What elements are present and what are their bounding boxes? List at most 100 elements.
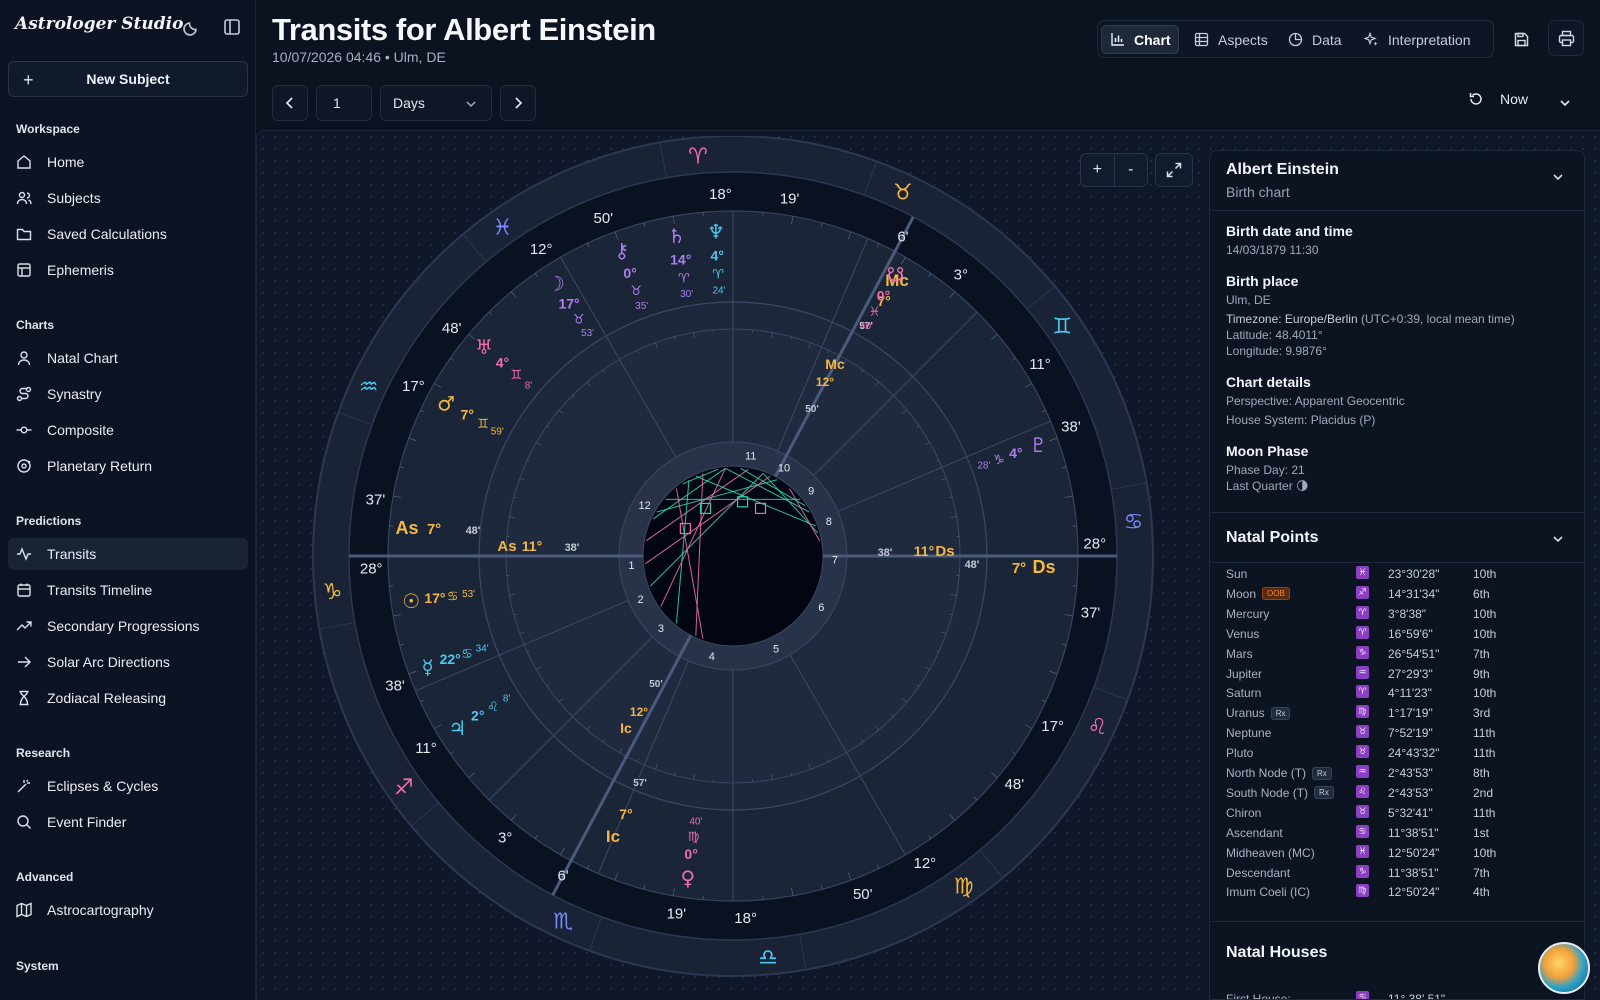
sign-badge: ♑ <box>1356 645 1369 659</box>
save-button[interactable] <box>1503 21 1539 57</box>
users-icon <box>16 190 32 206</box>
previous-button[interactable] <box>272 85 308 121</box>
sidebar-item-ephemeris[interactable]: Ephemeris <box>8 254 248 286</box>
now-dropdown-button[interactable] <box>1558 96 1572 115</box>
sidebar-item-eclipses-cycles[interactable]: Eclipses & Cycles <box>8 770 248 802</box>
transit-chart-wheel[interactable]: ♈♓♒♑♐♏♎♍♌♋♊♉18° 19'12°50'17°48'28°37'11°3… <box>280 136 1180 996</box>
point-degree: 23°30'28" <box>1388 567 1440 581</box>
sign-badge: ♈ <box>1356 685 1369 699</box>
sidebar-item-planetary-return[interactable]: Planetary Return <box>8 450 248 482</box>
transit-planet-glyph: ☿ <box>421 655 433 679</box>
sidebar-item-label: Ephemeris <box>47 262 114 278</box>
zodiac-sign-glyph: ♋ <box>1124 510 1144 535</box>
sidebar-item-label: Eclipses & Cycles <box>47 778 159 794</box>
point-name-text: Jupiter <box>1226 666 1263 681</box>
point-name-text: Mercury <box>1226 606 1270 621</box>
imum-coeli-label: Ic <box>606 827 620 846</box>
point-name: Saturn <box>1226 686 1261 700</box>
sidebar-item-transits[interactable]: Transits <box>8 538 248 570</box>
sign-badge: ♋ <box>1356 991 1369 999</box>
tab-aspects-label: Aspects <box>1218 31 1268 48</box>
natal-point-row: Imum Coeli (IC) ♍ 12°50'24" 4th <box>1226 882 1566 902</box>
sidebar-toggle-icon[interactable] <box>222 17 242 37</box>
sign-badge: ♑ <box>1356 864 1369 878</box>
point-name-text: Chiron <box>1226 805 1262 820</box>
zodiac-sign-glyph: ♒ <box>359 375 379 400</box>
sidebar-item-secondary-progressions[interactable]: Secondary Progressions <box>8 610 248 642</box>
cusp-degree-label: 11° <box>415 740 437 757</box>
chevron-down-icon[interactable] <box>1550 531 1566 547</box>
step-input[interactable]: 1 <box>316 85 372 121</box>
sidebar-item-label: Transits <box>47 546 97 562</box>
point-name: Chiron <box>1226 806 1261 820</box>
fullscreen-button[interactable] <box>1155 153 1193 187</box>
point-name-text: Pluto <box>1226 746 1254 761</box>
sidebar-item-astrocartography[interactable]: Astrocartography <box>8 894 248 926</box>
natal-point-row: Neptune ♉ 7°52'19" 11th <box>1226 723 1566 743</box>
inner-ascendant-label: As <box>497 538 516 555</box>
sidebar-item-home[interactable]: Home <box>8 146 248 178</box>
now-button[interactable]: Now <box>1468 91 1528 107</box>
sidebar-item-transits-timeline[interactable]: Transits Timeline <box>8 574 248 606</box>
sign-badge: ♍ <box>1356 884 1369 898</box>
cusp-degree-label: 18° <box>734 910 757 927</box>
retrograde-badge: Rx <box>1270 706 1291 720</box>
moon-theme-icon[interactable] <box>182 17 202 37</box>
print-button[interactable] <box>1548 20 1584 56</box>
point-degree: 2°43'53" <box>1388 785 1433 800</box>
unit-value: Days <box>393 95 425 111</box>
point-name-text: Uranus <box>1226 706 1265 721</box>
sidebar-item-subjects[interactable]: Subjects <box>8 182 248 214</box>
longitude: Longitude: 9.9876° <box>1226 344 1327 358</box>
unit-select[interactable]: Days <box>380 85 492 121</box>
sidebar-item-natal-chart[interactable]: Natal Chart <box>8 342 248 374</box>
tab-interpretation[interactable]: Interpretation <box>1356 25 1490 54</box>
search-icon <box>16 814 32 830</box>
sidebar-item-label: Secondary Progressions <box>47 618 200 634</box>
natal-point-row: Jupiter ♒ 27°29'3" 9th <box>1226 664 1566 684</box>
grid-icon <box>1194 32 1209 47</box>
point-name: Uranus Rx <box>1226 706 1291 721</box>
tab-aspects[interactable]: Aspects <box>1186 25 1276 54</box>
cusp-degree-label: 17° <box>402 378 425 395</box>
point-degree: 3°8'38" <box>1388 606 1427 621</box>
sign-badge: ♉ <box>1356 745 1369 759</box>
sidebar-item-solar-arc-directions[interactable]: Solar Arc Directions <box>8 646 248 678</box>
zodiac-sign-glyph: ♉ <box>893 181 913 206</box>
assistant-avatar[interactable] <box>1538 942 1590 994</box>
natal-point-row: Sun ♓ 23°30'28" 10th <box>1226 564 1566 584</box>
natal-point-row: North Node (T) Rx ♒ 2°43'53" 8th <box>1226 763 1566 783</box>
transit-planet-sign: ♉ <box>573 313 585 328</box>
new-subject-button[interactable]: + New Subject <box>8 61 248 97</box>
transit-planet-glyph: ♂ <box>437 391 455 415</box>
now-label: Now <box>1500 91 1529 107</box>
point-house: 2nd <box>1473 785 1494 800</box>
sign-badge: ♓ <box>1356 844 1369 858</box>
transit-planet-minute: 34' <box>476 643 489 654</box>
chevron-down-icon[interactable] <box>1550 169 1566 185</box>
next-button[interactable] <box>500 85 536 121</box>
sidebar-item-synastry[interactable]: Synastry <box>8 378 248 410</box>
divider <box>1210 562 1584 563</box>
retrograde-badge: Rx <box>1314 786 1334 800</box>
zoom-in-button[interactable]: + <box>1081 154 1115 186</box>
point-degree: 27°29'3" <box>1388 666 1433 681</box>
sidebar-item-label: Saved Calculations <box>47 226 167 242</box>
tab-chart[interactable]: Chart <box>1101 25 1179 54</box>
sidebar-item-composite[interactable]: Composite <box>8 414 248 446</box>
point-name: Mars <box>1226 647 1253 661</box>
transit-planet-minute: 53' <box>581 328 594 339</box>
ascendant-label: As <box>395 518 418 538</box>
point-house: 10th <box>1473 845 1497 860</box>
point-house: 7th <box>1473 646 1490 661</box>
sidebar-item-saved-calculations[interactable]: Saved Calculations <box>8 218 248 250</box>
zoom-out-button[interactable]: - <box>1115 154 1148 186</box>
subject-info-panel: Albert Einstein Birth chart Birth date a… <box>1209 150 1585 1000</box>
sidebar-item-event-finder[interactable]: Event Finder <box>8 806 248 838</box>
section-title-research: Research <box>16 746 71 760</box>
sidebar-item-zodiacal-releasing[interactable]: Zodiacal Releasing <box>8 682 248 714</box>
house-system: House System: Placidus (P) <box>1226 413 1376 427</box>
zodiac-sign-glyph: ♎ <box>758 945 778 970</box>
section-title-advanced: Advanced <box>16 870 74 884</box>
tab-data[interactable]: Data <box>1280 25 1350 54</box>
